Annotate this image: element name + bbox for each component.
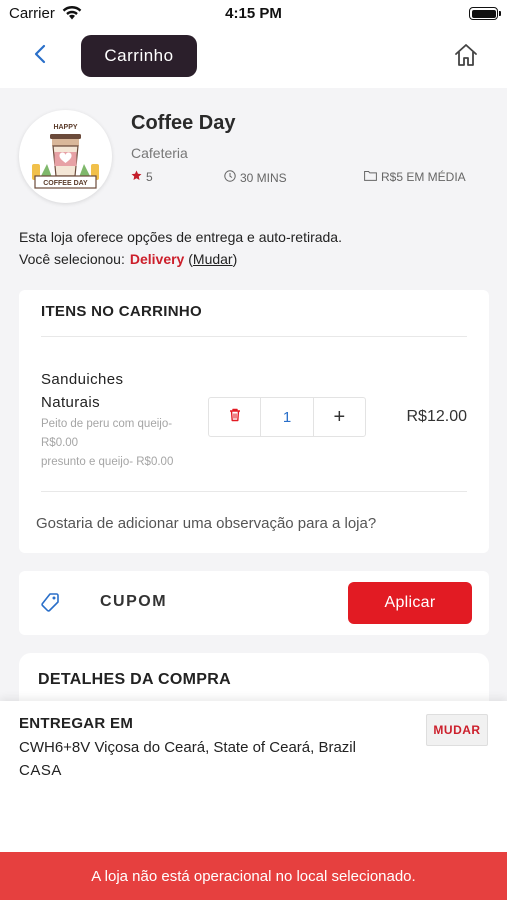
item-name-line2: Naturais — [41, 394, 101, 411]
rating-value: 5 — [146, 170, 153, 184]
change-address-button[interactable]: MUDAR — [426, 714, 488, 746]
home-button[interactable] — [453, 42, 481, 70]
store-logo: HAPPY COFFEE DAY — [19, 110, 112, 203]
item-price: R$12.00 — [406, 408, 468, 425]
tag-icon — [39, 591, 61, 618]
deliver-address: CWH6+8V Viçosa do Ceará, State of Ceará,… — [19, 739, 356, 756]
battery-icon — [469, 7, 501, 20]
selected-mode-line: Você selecionou: Delivery (Mudar) — [19, 248, 342, 270]
purchase-details-heading: DETALHES DA COMPRA — [38, 671, 231, 688]
logo-text-top: HAPPY — [53, 124, 77, 131]
folder-icon — [364, 170, 377, 184]
coupon-card: CUPOM Aplicar — [19, 571, 489, 635]
deliver-to-title: ENTREGAR EM — [19, 715, 134, 732]
avg-price-value: R$5 EM MÉDIA — [381, 170, 466, 184]
status-bar: Carrier 4:15 PM — [0, 0, 507, 26]
logo-text-bottom: COFFEE DAY — [43, 180, 88, 187]
item-option: R$0.00 — [41, 437, 79, 449]
change-mode-link[interactable]: Mudar — [193, 251, 233, 267]
page-title: Carrinho — [81, 35, 197, 77]
selected-mode: Delivery — [129, 251, 185, 267]
store-note-input[interactable]: Gostaria de adicionar uma observação par… — [36, 515, 376, 532]
coupon-input[interactable]: CUPOM — [100, 593, 167, 611]
back-button[interactable] — [26, 42, 54, 70]
deliver-to-panel: ENTREGAR EM CWH6+8V Viçosa do Ceará, Sta… — [0, 701, 507, 852]
paren-close: ) — [232, 251, 238, 267]
home-icon — [453, 44, 479, 72]
store-avg-price: R$5 EM MÉDIA — [364, 170, 466, 184]
delete-item-button[interactable] — [209, 398, 260, 436]
divider — [41, 336, 467, 337]
error-banner: A loja não está operacional no local sel… — [0, 852, 507, 900]
item-option: Peito de peru com queijo- — [41, 418, 173, 430]
delivery-time-value: 30 MINS — [240, 170, 287, 185]
chevron-left-icon — [34, 44, 46, 69]
selected-prefix: Você selecionou: — [19, 251, 125, 267]
item-option: presunto e queijo- R$0.00 — [41, 456, 174, 468]
item-name-line1: Sanduiches — [41, 371, 124, 388]
clock-icon — [224, 170, 236, 185]
divider — [41, 491, 467, 492]
quantity-value: 1 — [260, 398, 314, 436]
apply-coupon-button[interactable]: Aplicar — [348, 582, 472, 624]
address-tag: CASA — [19, 762, 62, 779]
quantity-stepper: 1 + — [208, 397, 366, 437]
star-icon — [131, 170, 142, 184]
cart-card: ITENS NO CARRINHO Sanduiches Naturais Pe… — [19, 290, 489, 553]
delivery-options-text: Esta loja oferece opções de entrega e au… — [19, 229, 342, 245]
cart-header: ITENS NO CARRINHO — [41, 303, 202, 320]
trash-icon — [229, 408, 241, 427]
store-delivery-time: 30 MINS — [224, 170, 287, 185]
clock: 4:15 PM — [225, 5, 282, 22]
item-name: Sanduiches Naturais — [41, 368, 123, 414]
delivery-info: Esta loja oferece opções de entrega e au… — [19, 226, 342, 270]
nav-bar: Carrinho — [0, 26, 507, 88]
store-category: Cafeteria — [131, 145, 188, 161]
store-rating: 5 — [131, 170, 153, 184]
store-name: Coffee Day — [131, 112, 236, 134]
increase-quantity-button[interactable]: + — [314, 398, 365, 436]
